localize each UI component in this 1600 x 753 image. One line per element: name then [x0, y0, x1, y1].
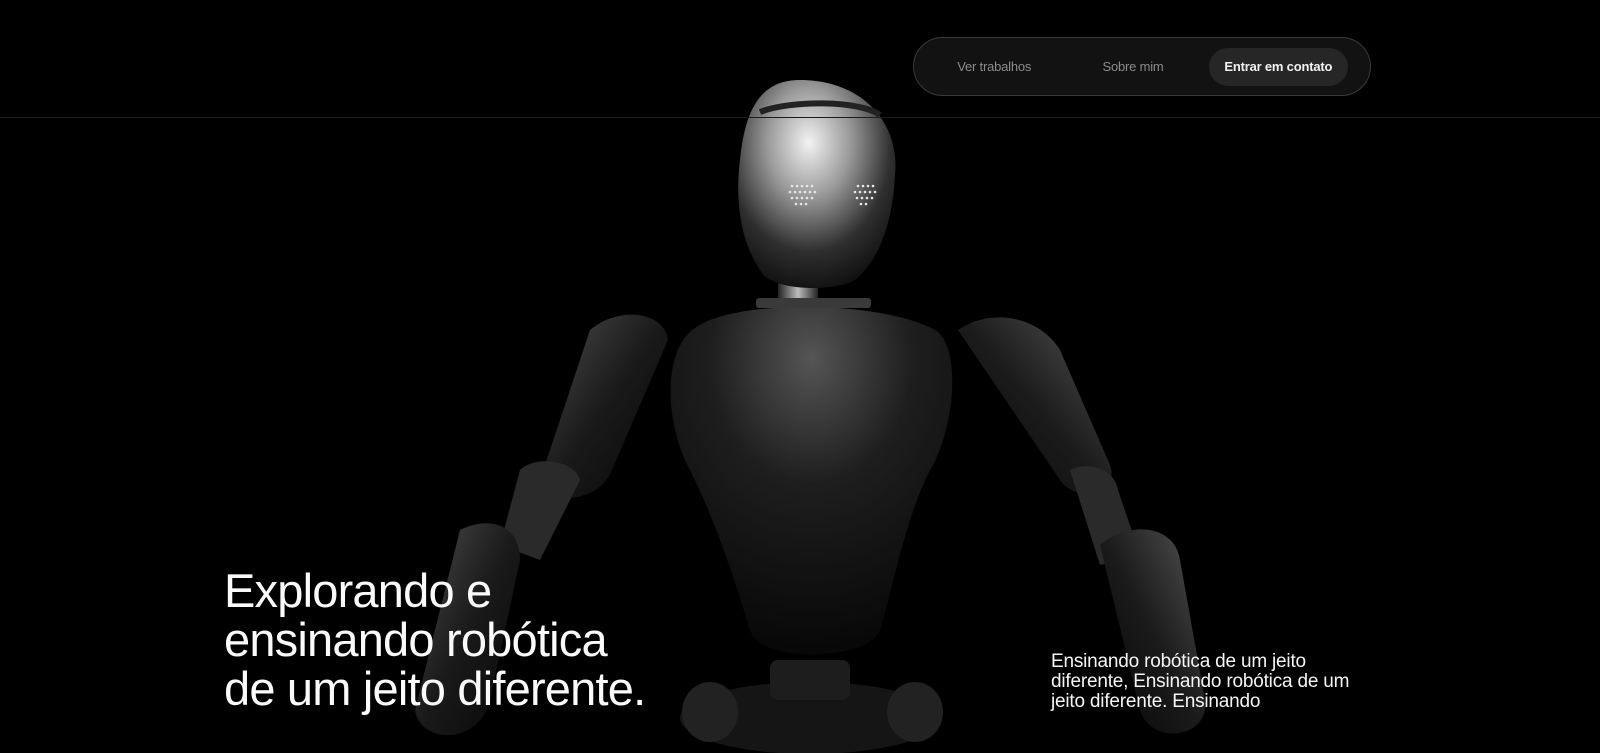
hero-headline-line: Explorando e	[224, 564, 492, 617]
nav-link-work[interactable]: Ver trabalhos	[940, 48, 1048, 86]
hero-section: Ver trabalhos Sobre mim Entrar em contat…	[0, 0, 1600, 753]
nav-link-about[interactable]: Sobre mim	[1090, 48, 1175, 86]
nav-link-contact[interactable]: Entrar em contato	[1208, 47, 1348, 86]
hero-headline-line: de um jeito diferente.	[224, 662, 646, 715]
hero-headline-line: ensinando robótica	[224, 613, 608, 666]
hero-subtext: Ensinando robótica de um jeito diferente…	[1051, 651, 1350, 712]
hero-headline: Explorando e ensinando robótica de um je…	[224, 564, 646, 715]
header-divider	[0, 117, 1600, 118]
top-nav: Ver trabalhos Sobre mim Entrar em contat…	[913, 37, 1371, 96]
